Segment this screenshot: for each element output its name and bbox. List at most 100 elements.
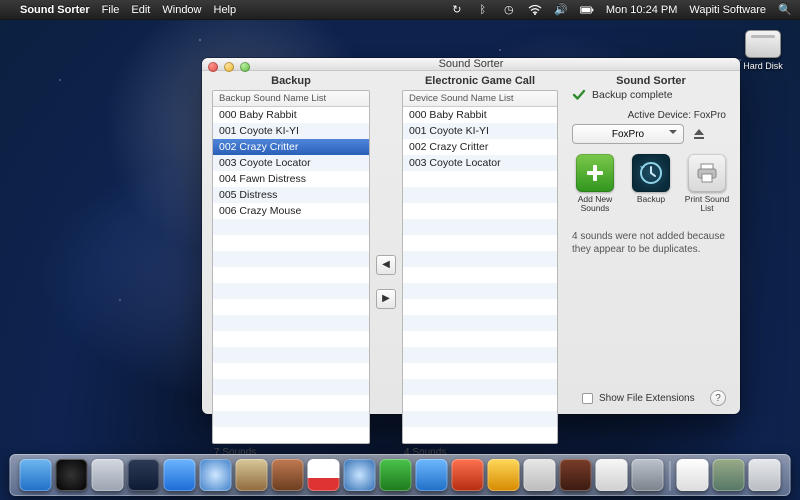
list-row-empty bbox=[403, 315, 557, 331]
backup-label: Backup bbox=[637, 194, 665, 204]
backup-list-row[interactable]: 000 Baby Rabbit bbox=[213, 107, 369, 123]
device-list-row[interactable]: 000 Baby Rabbit bbox=[403, 107, 557, 123]
list-row-empty bbox=[213, 411, 369, 427]
menu-edit[interactable]: Edit bbox=[131, 4, 150, 16]
device-heading: Electronic Game Call bbox=[402, 75, 558, 87]
dock-finder-icon[interactable] bbox=[20, 459, 52, 491]
desktop: Sound Sorter File Edit Window Help ↻ ᛒ ◷… bbox=[0, 0, 800, 500]
dock-documents-icon[interactable] bbox=[677, 459, 709, 491]
add-new-sounds-button[interactable]: Add New Sounds bbox=[572, 154, 618, 214]
backup-list-row[interactable]: 005 Distress bbox=[213, 187, 369, 203]
close-button[interactable] bbox=[208, 62, 218, 72]
dock-contacts-icon[interactable] bbox=[272, 459, 304, 491]
dock-iphoto-icon[interactable] bbox=[488, 459, 520, 491]
backup-list-row[interactable]: 004 Fawn Distress bbox=[213, 171, 369, 187]
device-list-row[interactable]: 002 Crazy Critter bbox=[403, 139, 557, 155]
dock-trash-icon[interactable] bbox=[749, 459, 781, 491]
backup-status: Backup complete bbox=[572, 88, 730, 102]
dock-ichat-icon[interactable] bbox=[416, 459, 448, 491]
hard-disk-icon bbox=[745, 30, 781, 58]
dock-dashboard-icon[interactable] bbox=[56, 459, 88, 491]
menu-window[interactable]: Window bbox=[162, 4, 201, 16]
zoom-button[interactable] bbox=[240, 62, 250, 72]
window-title: Sound Sorter bbox=[439, 58, 504, 70]
dock-calendar-icon[interactable] bbox=[308, 459, 340, 491]
dock bbox=[10, 454, 791, 496]
battery-icon[interactable] bbox=[580, 3, 594, 17]
backup-button[interactable]: Backup bbox=[628, 154, 674, 214]
list-row-empty bbox=[403, 251, 557, 267]
dock-photobooth-icon[interactable] bbox=[452, 459, 484, 491]
list-row-empty bbox=[213, 331, 369, 347]
wifi-icon[interactable] bbox=[528, 3, 542, 17]
show-extensions-checkbox[interactable] bbox=[582, 393, 593, 404]
dock-facetime-icon[interactable] bbox=[380, 459, 412, 491]
list-row-empty bbox=[213, 219, 369, 235]
menubar-company[interactable]: Wapiti Software bbox=[689, 4, 766, 16]
list-row-empty bbox=[403, 219, 557, 235]
dock-itunes-icon[interactable] bbox=[344, 459, 376, 491]
list-row-empty bbox=[403, 411, 557, 427]
backup-heading: Backup bbox=[212, 75, 370, 87]
dock-launchpad-icon[interactable] bbox=[92, 459, 124, 491]
dock-mission-control-icon[interactable] bbox=[128, 459, 160, 491]
list-row-empty bbox=[403, 363, 557, 379]
list-row-empty bbox=[213, 251, 369, 267]
list-row-empty bbox=[403, 395, 557, 411]
hard-disk-desktop-icon[interactable]: Hard Disk bbox=[740, 30, 786, 71]
device-panel: Electronic Game Call Device Sound Name L… bbox=[402, 75, 558, 458]
dock-textedit-icon[interactable] bbox=[596, 459, 628, 491]
dock-dictionary-icon[interactable] bbox=[560, 459, 592, 491]
minimize-button[interactable] bbox=[224, 62, 234, 72]
menu-app-name[interactable]: Sound Sorter bbox=[20, 4, 90, 16]
list-row-empty bbox=[213, 395, 369, 411]
timemachine-menu-icon[interactable]: ◷ bbox=[502, 3, 516, 17]
dock-preview-icon[interactable] bbox=[524, 459, 556, 491]
window-titlebar[interactable]: Sound Sorter bbox=[202, 58, 740, 71]
device-select[interactable]: FoxPro bbox=[572, 124, 684, 144]
eject-button[interactable] bbox=[690, 125, 708, 143]
menubar-clock[interactable]: Mon 10:24 PM bbox=[606, 4, 678, 16]
dock-appstore-icon[interactable] bbox=[164, 459, 196, 491]
menu-file[interactable]: File bbox=[102, 4, 120, 16]
backup-list-row[interactable]: 006 Crazy Mouse bbox=[213, 203, 369, 219]
dock-systemprefs-icon[interactable] bbox=[632, 459, 664, 491]
device-list[interactable]: Device Sound Name List 000 Baby Rabbit00… bbox=[402, 90, 558, 444]
help-button[interactable]: ? bbox=[710, 390, 726, 406]
spotlight-icon[interactable]: 🔍 bbox=[778, 3, 792, 17]
show-extensions-label[interactable]: Show File Extensions bbox=[599, 393, 695, 404]
backup-list[interactable]: Backup Sound Name List 000 Baby Rabbit00… bbox=[212, 90, 370, 444]
dock-mail-icon[interactable] bbox=[236, 459, 268, 491]
menu-help[interactable]: Help bbox=[214, 4, 237, 16]
dock-downloads-icon[interactable] bbox=[713, 459, 745, 491]
device-list-row[interactable]: 003 Coyote Locator bbox=[403, 155, 557, 171]
backup-list-row[interactable]: 003 Coyote Locator bbox=[213, 155, 369, 171]
volume-icon[interactable]: 🔊 bbox=[554, 3, 568, 17]
device-list-header[interactable]: Device Sound Name List bbox=[403, 91, 557, 107]
backup-list-row[interactable]: 002 Crazy Critter bbox=[213, 139, 369, 155]
list-row-empty bbox=[213, 315, 369, 331]
move-left-button[interactable]: ◀ bbox=[376, 255, 396, 275]
list-row-empty bbox=[213, 283, 369, 299]
sound-sorter-window: Sound Sorter Backup Backup Sound Name Li… bbox=[202, 58, 740, 414]
list-row-empty bbox=[213, 347, 369, 363]
plus-icon bbox=[576, 154, 614, 192]
move-right-button[interactable]: ▶ bbox=[376, 289, 396, 309]
status-text: Backup complete bbox=[592, 89, 673, 101]
list-row-empty bbox=[403, 267, 557, 283]
list-row-empty bbox=[213, 363, 369, 379]
list-row-empty bbox=[403, 427, 557, 443]
device-list-row[interactable]: 001 Coyote KI-YI bbox=[403, 123, 557, 139]
list-row-empty bbox=[403, 187, 557, 203]
hard-disk-label: Hard Disk bbox=[740, 61, 786, 71]
sync-icon[interactable]: ↻ bbox=[450, 3, 464, 17]
list-row-empty bbox=[213, 235, 369, 251]
active-device-label: Active Device: FoxPro bbox=[572, 110, 726, 121]
list-row-empty bbox=[403, 299, 557, 315]
backup-list-header[interactable]: Backup Sound Name List bbox=[213, 91, 369, 107]
backup-list-row[interactable]: 001 Coyote KI-YI bbox=[213, 123, 369, 139]
dock-safari-icon[interactable] bbox=[200, 459, 232, 491]
list-row-empty bbox=[403, 203, 557, 219]
print-sound-list-button[interactable]: Print Sound List bbox=[684, 154, 730, 214]
bluetooth-icon[interactable]: ᛒ bbox=[476, 3, 490, 17]
